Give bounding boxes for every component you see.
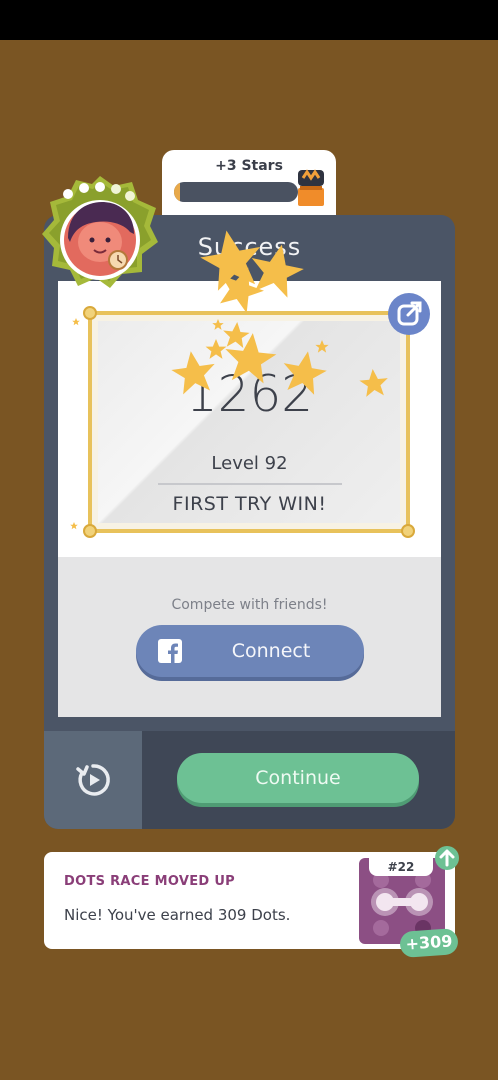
arrow-up-icon — [439, 849, 455, 867]
score-value: 1262 — [185, 365, 314, 423]
replay-button[interactable] — [44, 731, 142, 829]
card-footer: Continue — [142, 731, 455, 829]
result-panel: 1262 Level 92 FIRST TRY WIN! Compete wit… — [58, 281, 441, 717]
facebook-connect-button[interactable]: Connect — [136, 625, 364, 677]
status-bar — [0, 0, 498, 40]
treasure-chest-icon — [298, 169, 324, 206]
frame-corner — [401, 524, 415, 538]
result-card: Success 1262 Level 92 FIRST TRY WIN! Com… — [44, 215, 455, 829]
facebook-icon — [158, 639, 182, 663]
rank-tag: #22 — [369, 858, 433, 876]
frame-corner — [83, 306, 97, 320]
notification-title: DOTS RACE MOVED UP — [64, 874, 235, 889]
score-area: 1262 Level 92 FIRST TRY WIN! — [58, 281, 441, 557]
share-button[interactable] — [388, 293, 430, 335]
share-icon — [397, 301, 422, 326]
notification-message: Nice! You've earned 309 Dots. — [64, 906, 291, 924]
continue-label: Continue — [255, 767, 341, 789]
level-label: Level 92 — [211, 453, 288, 474]
rank-up-badge — [435, 846, 459, 870]
continue-button[interactable]: Continue — [177, 753, 419, 803]
divider — [158, 483, 342, 485]
stars-progress-bar — [174, 182, 298, 202]
avatar[interactable] — [38, 172, 162, 292]
connect-label: Connect — [231, 640, 311, 662]
replay-icon — [76, 764, 110, 796]
earned-dots-badge: +309 — [399, 928, 459, 958]
stars-progress-fill — [174, 182, 181, 202]
dots-race-notification[interactable]: DOTS RACE MOVED UP Nice! You've earned 3… — [44, 846, 459, 958]
frame-corner — [83, 524, 97, 538]
compete-text: Compete with friends! — [171, 597, 328, 613]
result-label: FIRST TRY WIN! — [172, 493, 327, 515]
